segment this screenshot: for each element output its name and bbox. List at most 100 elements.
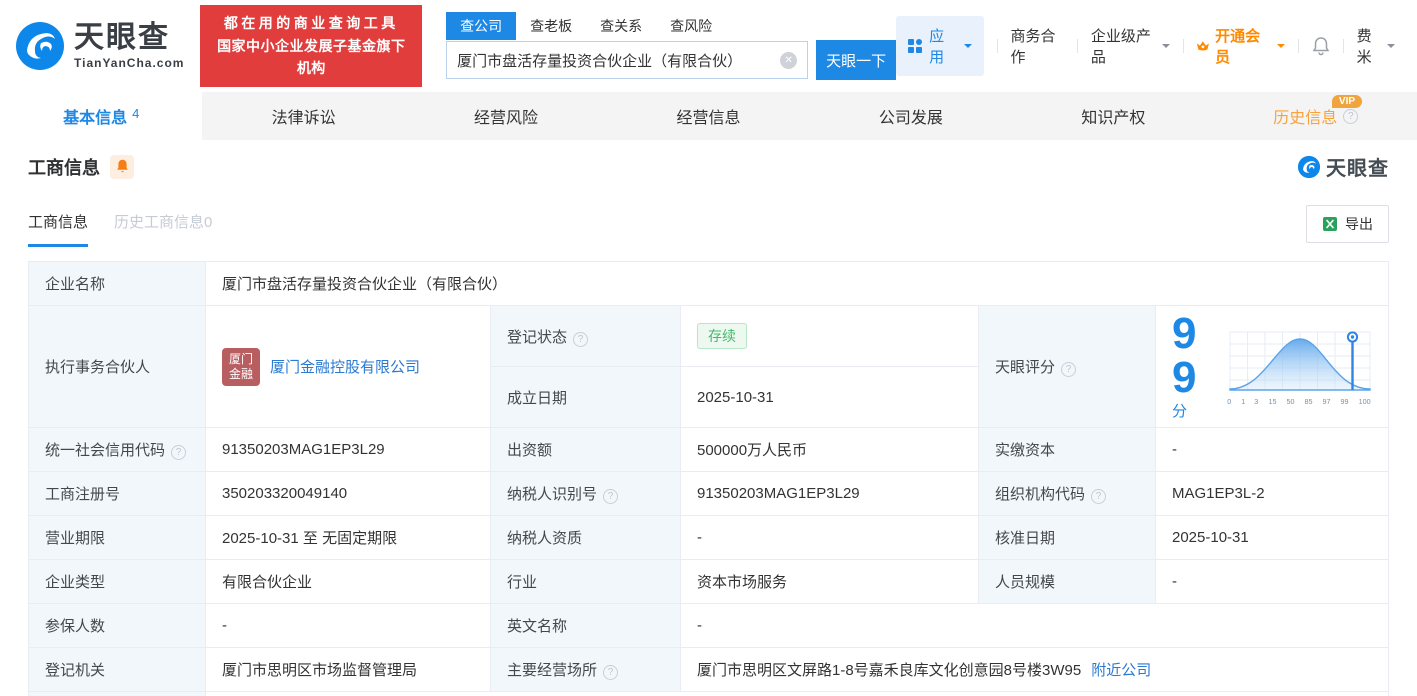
- business-info-table: 企业名称 厦门市盘活存量投资合伙企业（有限合伙） 执行事务合伙人 厦门 金融 厦…: [28, 261, 1389, 696]
- help-icon[interactable]: ?: [1061, 362, 1077, 377]
- open-vip-link[interactable]: 开通会员: [1196, 25, 1285, 67]
- help-icon[interactable]: ?: [603, 489, 619, 504]
- tick-label: 85: [1304, 396, 1313, 406]
- credit-code-label: 统一社会信用代码: [45, 442, 166, 459]
- tick-label: 0: [1227, 396, 1232, 406]
- section-title: 工商信息: [28, 157, 100, 178]
- subscribe-bell-icon[interactable]: [110, 154, 134, 179]
- search-button[interactable]: 天眼一下: [816, 40, 897, 80]
- chevron-down-icon: [1161, 44, 1170, 52]
- tyc-score-cell: 99 分 0 1 3 15 50 85 97 99 100: [1172, 312, 1372, 421]
- subtab-history-business-info[interactable]: 历史工商信息0: [114, 211, 212, 247]
- capital-value: 500000万人民币: [680, 427, 979, 472]
- nearby-companies-link[interactable]: 附近公司: [1091, 659, 1151, 680]
- search-tab-risk[interactable]: 查风险: [656, 12, 726, 40]
- credit-code-value: 91350203MAG1EP3L29: [205, 427, 491, 472]
- tab-operation-info[interactable]: 经营信息: [607, 92, 809, 140]
- table-row: 工商注册号 350203320049140 纳税人识别号? 91350203MA…: [28, 471, 1389, 516]
- export-button[interactable]: 导出: [1306, 205, 1389, 243]
- company-type-value: 有限合伙企业: [205, 559, 491, 604]
- tab-basic-info-count: 4: [132, 105, 140, 121]
- vip-badge: VIP: [1331, 95, 1363, 108]
- score-chart-ticks: 0 1 3 15 50 85 97 99 100: [1227, 397, 1371, 406]
- header-menu: 应用 商务合作 企业级产品 开通会员 费米: [896, 16, 1395, 76]
- table-row: 参保人数 - 英文名称 -: [28, 603, 1389, 648]
- taxpayer-quality-value: -: [680, 515, 979, 560]
- business-cooperation-link[interactable]: 商务合作: [1010, 25, 1064, 67]
- insured-count-value: -: [205, 603, 491, 648]
- company-type-label: 企业类型: [28, 559, 206, 604]
- help-icon[interactable]: ?: [603, 665, 619, 680]
- tick-label: 100: [1358, 396, 1371, 406]
- company-nav-tabs: 基本信息 4 法律诉讼 经营风险 经营信息 公司发展 知识产权 VIP 历史信息…: [0, 92, 1417, 140]
- logo-domain-text: TianYanCha.com: [74, 55, 185, 70]
- score-distribution-chart: 0 1 3 15 50 85 97 99 100: [1222, 328, 1372, 406]
- tab-history-info[interactable]: VIP 历史信息 ?: [1215, 92, 1417, 140]
- crown-icon: [1197, 41, 1210, 51]
- divider: [1297, 39, 1299, 53]
- business-term-label: 营业期限: [28, 515, 206, 560]
- tab-legal-litigation[interactable]: 法律诉讼: [202, 92, 404, 140]
- tick-label: 1: [1240, 396, 1245, 406]
- establish-date-label: 成立日期: [490, 366, 681, 428]
- capital-label: 出资额: [490, 427, 681, 472]
- industry-label: 行业: [490, 559, 681, 604]
- partner-company-logo: 厦门 金融: [222, 347, 260, 386]
- slogan-line-1: 都在用的商业查询工具: [223, 15, 399, 32]
- tyc-score-label: 天眼评分: [995, 359, 1056, 376]
- table-row: 登记机关 厦门市思明区市场监督管理局 主要经营场所? 厦门市思明区文屏路1-8号…: [28, 647, 1389, 692]
- search-tab-boss[interactable]: 查老板: [516, 12, 586, 40]
- help-icon[interactable]: ?: [1091, 489, 1107, 504]
- reg-authority-label: 登记机关: [28, 647, 206, 692]
- tab-history-info-label: 历史信息: [1273, 110, 1338, 127]
- english-name-label: 英文名称: [490, 603, 681, 648]
- reg-status-label: 登记状态: [507, 328, 568, 346]
- table-row: 企业名称 厦门市盘活存量投资合伙企业（有限合伙）: [28, 261, 1389, 306]
- tab-operation-risk[interactable]: 经营风险: [405, 92, 607, 140]
- table-row: 经营范围? 一般项目：以自有资金从事投资活动。（除依法须经批准的项目外，凭营业执…: [28, 691, 1389, 696]
- search-tab-relation[interactable]: 查关系: [586, 12, 656, 40]
- enterprise-products-link[interactable]: 企业级产品: [1091, 25, 1170, 67]
- score-value: 99: [1172, 309, 1197, 402]
- search-tab-company[interactable]: 查公司: [446, 12, 517, 40]
- apps-grid-icon: [908, 39, 923, 53]
- tick-label: 97: [1322, 396, 1331, 406]
- help-icon[interactable]: ?: [573, 331, 589, 347]
- user-menu[interactable]: 费米: [1357, 25, 1395, 67]
- clear-search-icon[interactable]: ✕: [780, 51, 798, 69]
- help-icon[interactable]: ?: [171, 445, 187, 460]
- search-input-wrap: ✕: [446, 41, 809, 79]
- help-icon[interactable]: ?: [1343, 108, 1359, 124]
- business-address-value: 厦门市思明区文屏路1-8号嘉禾良库文化创意园8号楼3W95: [697, 662, 1082, 679]
- industry-value: 资本市场服务: [680, 559, 979, 604]
- tick-label: 99: [1340, 396, 1349, 406]
- tab-intellectual-property[interactable]: 知识产权: [1012, 92, 1214, 140]
- tianyancha-logo-icon: [16, 22, 64, 70]
- reg-number-label: 工商注册号: [28, 471, 206, 516]
- taxpayer-id-value: 91350203MAG1EP3L29: [680, 471, 979, 516]
- tab-company-development[interactable]: 公司发展: [810, 92, 1012, 140]
- paid-capital-label: 实缴资本: [978, 427, 1156, 472]
- business-info-section: 工商信息 天眼查 工商信息 历史工商信息0 导出 企业名称 厦门市盘活存量投资合…: [0, 140, 1417, 696]
- staff-size-label: 人员规模: [978, 559, 1156, 604]
- approval-date-label: 核准日期: [978, 515, 1156, 560]
- search-input[interactable]: [457, 51, 781, 69]
- managing-partner-label: 执行事务合伙人: [28, 305, 206, 428]
- insured-count-label: 参保人数: [28, 603, 206, 648]
- chevron-down-icon: [1276, 44, 1285, 52]
- reg-authority-value: 厦门市思明区市场监督管理局: [205, 647, 491, 692]
- taxpayer-id-label: 纳税人识别号: [507, 486, 598, 503]
- tianyancha-logo[interactable]: 天眼查 TianYanCha.com: [14, 20, 184, 72]
- subtab-business-info[interactable]: 工商信息: [28, 211, 89, 247]
- search-block: 查公司 查老板 查关系 查风险 ✕ 天眼一下: [446, 12, 897, 80]
- open-vip-label: 开通会员: [1215, 28, 1261, 66]
- excel-icon: [1323, 217, 1337, 231]
- apps-menu-button[interactable]: 应用: [896, 16, 984, 76]
- divider: [996, 39, 998, 53]
- business-scope-value: 一般项目：以自有资金从事投资活动。（除依法须经批准的项目外，凭营业执照依法自主开…: [205, 691, 1389, 696]
- chevron-down-icon: [963, 44, 972, 52]
- partner-company-link[interactable]: 厦门金融控股有限公司: [270, 356, 420, 377]
- tab-basic-info[interactable]: 基本信息 4: [0, 92, 203, 140]
- notifications-bell-icon[interactable]: [1312, 36, 1330, 56]
- score-unit: 分: [1172, 403, 1188, 420]
